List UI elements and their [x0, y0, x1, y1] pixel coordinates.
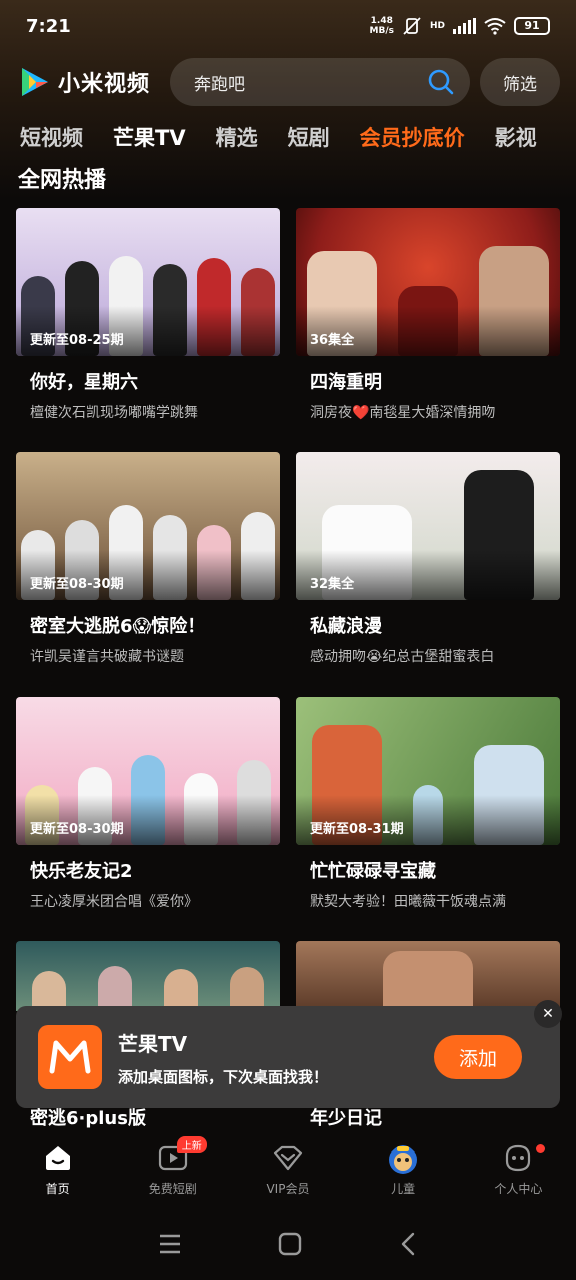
- video-thumbnail[interactable]: 36集全: [296, 208, 560, 356]
- video-subtitle: 默契大考验！田曦薇干饭魂点满: [310, 894, 506, 910]
- video-card[interactable]: 更新至08-25期 你好，星期六 檀健次石凯现场嘟嘴学跳舞: [16, 208, 280, 422]
- video-title: 快乐老友记2: [30, 861, 133, 882]
- video-card[interactable]: 更新至08-31期 忙忙碌碌寻宝藏 默契大考验！田曦薇干饭魂点满: [296, 697, 560, 911]
- home-icon: [45, 1146, 70, 1170]
- profile-icon: [506, 1144, 531, 1172]
- new-badge: 上新: [176, 1136, 207, 1153]
- mango-logo-icon: [49, 1040, 91, 1074]
- video-card[interactable]: 更新至08-30期 快乐老友记2 王心凌厚米团合唱《爱你》: [16, 697, 280, 911]
- nav-profile[interactable]: 个人中心: [468, 1140, 568, 1202]
- mango-tv-app-icon: [38, 1025, 102, 1089]
- video-thumbnail[interactable]: 更新至08-30期: [16, 452, 280, 600]
- video-card[interactable]: 32集全 私藏浪漫 感动拥吻😭纪总古堡甜蜜表白: [296, 452, 560, 666]
- video-card[interactable]: [296, 941, 560, 1011]
- play-logo-icon: [22, 68, 48, 96]
- video-card[interactable]: [16, 941, 280, 1011]
- video-subtitle: 感动拥吻😭纪总古堡甜蜜表白: [310, 649, 495, 665]
- episode-label: 32集全: [310, 577, 355, 592]
- add-shortcut-button[interactable]: 添加: [434, 1035, 522, 1079]
- video-thumbnail[interactable]: 更新至08-25期: [16, 208, 280, 356]
- popup-app-name: 芒果TV: [118, 1032, 188, 1056]
- back-icon[interactable]: [398, 1232, 418, 1256]
- nav-label: 首页: [45, 1182, 70, 1196]
- status-time: 7:21: [26, 15, 71, 37]
- episode-label: 更新至08-30期: [30, 822, 124, 837]
- tab-short-drama[interactable]: 短剧: [288, 122, 330, 162]
- video-subtitle: 檀健次石凯现场嘟嘴学跳舞: [30, 405, 198, 421]
- hd-label: HD: [429, 21, 445, 31]
- search-icon[interactable]: [428, 69, 454, 95]
- tab-film[interactable]: 影视: [495, 122, 537, 162]
- video-subtitle: 许凯吴谨言共破藏书谜题: [30, 649, 184, 665]
- network-speed: 1.48 MB/s: [369, 16, 394, 36]
- video-title: 忙忙碌碌寻宝藏: [310, 861, 436, 882]
- episode-label: 更新至08-30期: [30, 577, 124, 592]
- episode-label: 更新至08-25期: [30, 333, 124, 348]
- video-title: 你好，星期六: [30, 372, 138, 393]
- video-title: 私藏浪漫: [310, 616, 382, 637]
- home-button-icon[interactable]: [278, 1232, 302, 1256]
- kids-icon: [389, 1145, 418, 1174]
- filter-button[interactable]: 筛选: [480, 58, 560, 106]
- app-logo: 小米视频: [20, 66, 150, 98]
- nav-vip[interactable]: VIP会员: [238, 1140, 338, 1202]
- video-subtitle: 洞房夜❤️南毯星大婚深情拥吻: [310, 405, 496, 421]
- nav-kids[interactable]: 儿童: [353, 1140, 453, 1202]
- tab-featured[interactable]: 精选: [216, 122, 258, 162]
- vibrate-off-icon: [403, 17, 421, 35]
- video-card[interactable]: 更新至08-30期 密室大逃脱6😱惊险！ 许凯吴谨言共破藏书谜题: [16, 452, 280, 666]
- nav-label: 儿童: [391, 1182, 416, 1196]
- nav-free-drama[interactable]: 上新 免费短剧: [123, 1136, 223, 1202]
- episode-label: 更新至08-31期: [310, 822, 404, 837]
- signal-icon: [453, 18, 476, 34]
- episode-label: 36集全: [310, 333, 355, 348]
- search-bar[interactable]: 奔跑吧: [170, 58, 470, 106]
- tab-mango-tv[interactable]: 芒果TV: [113, 122, 186, 162]
- nav-label: 免费短剧: [148, 1182, 197, 1196]
- close-icon[interactable]: ✕: [534, 1000, 562, 1028]
- nav-label: 个人中心: [494, 1182, 543, 1196]
- app-name: 小米视频: [58, 72, 151, 97]
- tab-short-video[interactable]: 短视频: [20, 122, 83, 162]
- category-tabs: 短视频 芒果TV 精选 短剧 会员抄底价 影视: [20, 122, 576, 162]
- section-title: 全网热播: [18, 168, 107, 193]
- battery-indicator: 91: [514, 17, 550, 35]
- vip-icon: [273, 1145, 303, 1171]
- menu-icon[interactable]: [158, 1233, 182, 1255]
- video-thumbnail[interactable]: 更新至08-31期: [296, 697, 560, 845]
- status-bar: 7:21 1.48 MB/s HD 91: [0, 0, 576, 52]
- bottom-navigation: 首页 上新 免费短剧 VIP会员 儿童 个人中心: [0, 1136, 576, 1202]
- nav-home[interactable]: 首页: [8, 1140, 108, 1202]
- video-subtitle: 王心凌厚米团合唱《爱你》: [30, 894, 198, 910]
- system-navigation: [0, 1214, 576, 1274]
- popup-message: 添加桌面图标，下次桌面找我！: [118, 1068, 329, 1086]
- tab-vip-deal[interactable]: 会员抄底价: [360, 122, 465, 162]
- nav-label: VIP会员: [266, 1182, 310, 1196]
- wifi-icon: [484, 18, 506, 35]
- video-thumbnail[interactable]: 更新至08-30期: [16, 697, 280, 845]
- search-placeholder: 奔跑吧: [194, 74, 245, 95]
- app-header: 小米视频 奔跑吧 筛选: [0, 58, 576, 108]
- add-shortcut-popup: 芒果TV 添加桌面图标，下次桌面找我！ 添加 ✕: [16, 1000, 562, 1108]
- video-thumbnail[interactable]: [16, 941, 280, 1011]
- video-title: 四海重明: [310, 372, 382, 393]
- video-card[interactable]: 36集全 四海重明 洞房夜❤️南毯星大婚深情拥吻: [296, 208, 560, 422]
- video-thumbnail[interactable]: 32集全: [296, 452, 560, 600]
- video-title: 密室大逃脱6😱惊险！: [30, 616, 206, 637]
- video-thumbnail[interactable]: [296, 941, 560, 1011]
